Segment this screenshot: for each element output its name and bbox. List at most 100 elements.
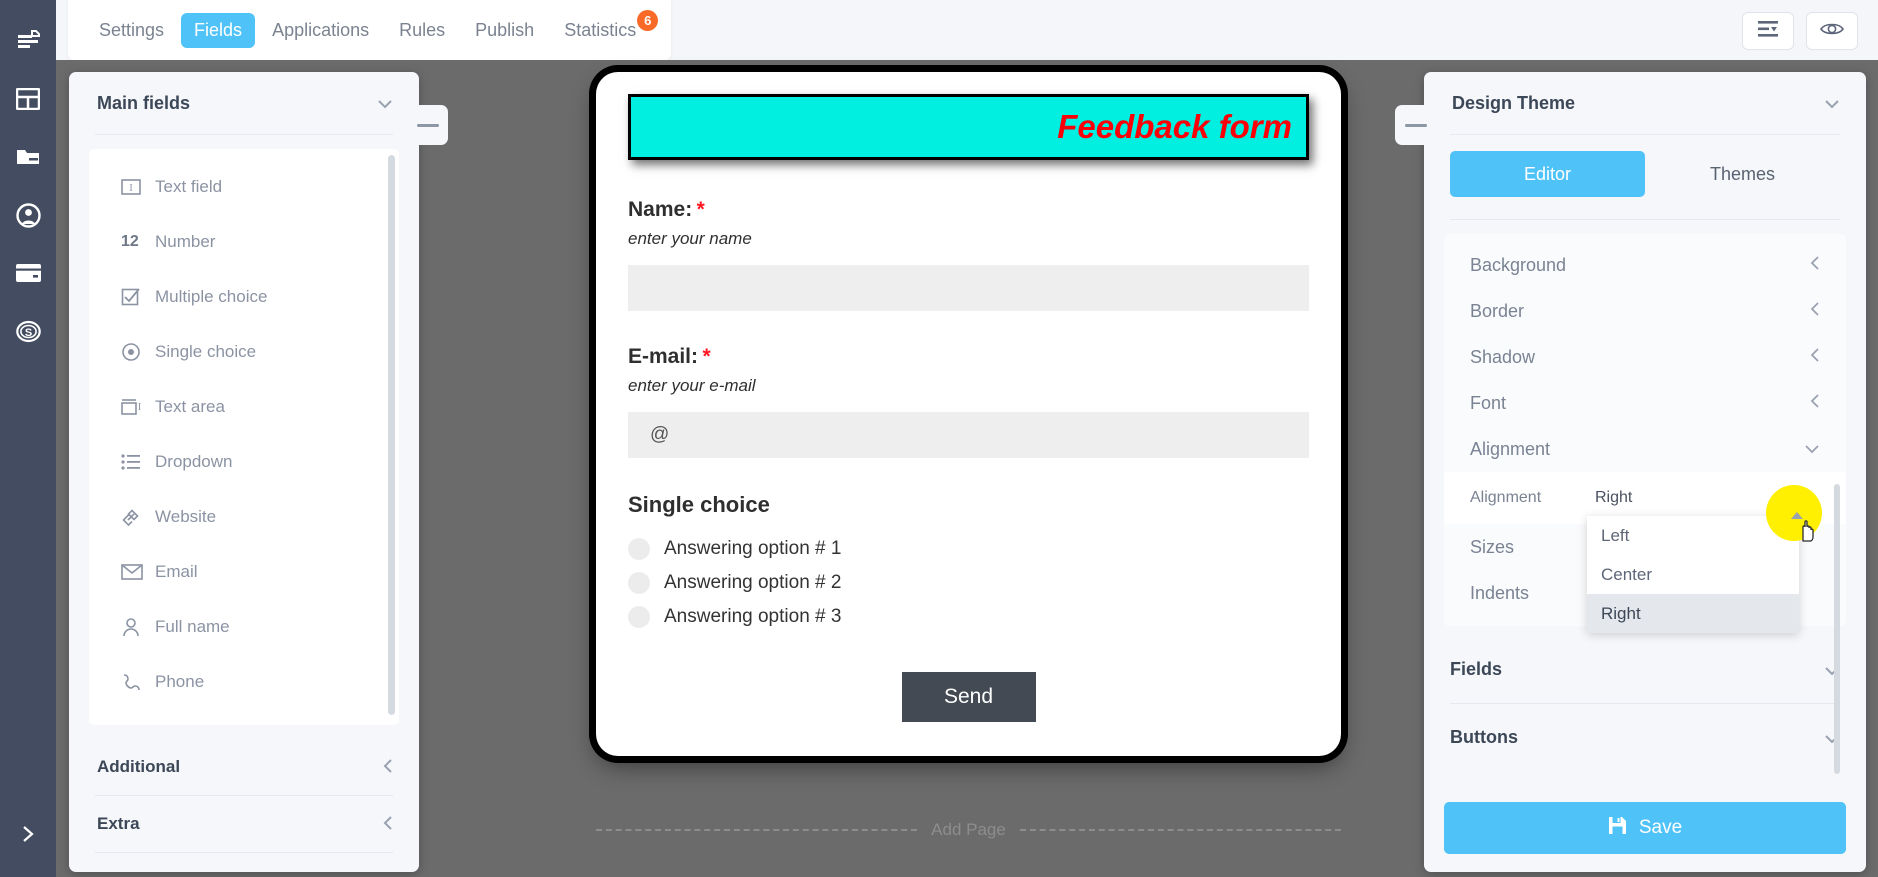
tab-fields[interactable]: Fields [181,12,256,48]
field-item-text-field[interactable]: I Text field [89,159,399,214]
field-item-dropdown[interactable]: Dropdown [89,434,399,489]
rail-item-forms[interactable] [0,12,56,70]
field-item-full-name[interactable]: Full name [89,599,399,654]
design-panel-groups: Fields Buttons [1424,636,1866,771]
tab-editor[interactable]: Editor [1450,151,1645,197]
tab-bar: Settings Fields Applications Rules Publi… [68,0,672,60]
group-label: Buttons [1450,727,1518,747]
form-title-bar[interactable]: Feedback form [628,94,1309,160]
group-fields[interactable]: Fields [1424,636,1866,703]
alignment-selected-value[interactable]: Right [1595,489,1632,507]
design-panel-header[interactable]: Design Theme [1424,72,1866,134]
alignment-option-center[interactable]: Center [1587,555,1799,594]
design-panel-collapse-button[interactable] [1395,105,1436,145]
floppy-disk-icon [1608,816,1627,841]
design-settings-list: Background Border Shadow Font Alignment … [1444,234,1846,774]
setting-background[interactable]: Background [1444,242,1846,288]
save-button[interactable]: Save [1444,802,1846,854]
dollar-icon: S [15,319,41,344]
field-item-label: Full name [155,616,230,636]
list-settings-button[interactable] [1742,12,1794,50]
setting-alignment[interactable]: Alignment [1444,426,1846,472]
setting-label: Shadow [1470,346,1536,367]
tab-rules[interactable]: Rules [386,13,458,48]
field-item-single-choice[interactable]: Single choice [89,324,399,379]
section-label: Extra [97,814,140,833]
field-item-label: Website [155,506,217,526]
field-item-text-area[interactable]: I Text area [89,379,399,434]
rail-item-card[interactable] [0,244,56,302]
rail-item-account[interactable] [0,186,56,244]
field-item-label: Text field [155,176,223,196]
tab-label: Rules [399,19,446,40]
fields-panel-collapse-button[interactable] [407,105,448,145]
rail-item-folder[interactable] [0,128,56,186]
tab-settings[interactable]: Settings [86,13,177,48]
rail-expand-button[interactable] [0,819,56,853]
single-choice-option[interactable]: Answering option # 2 [628,566,1309,600]
chevron-left-icon [1810,255,1820,276]
radio-icon[interactable] [628,572,650,594]
single-choice-option[interactable]: Answering option # 3 [628,600,1309,634]
card-icon [15,264,41,282]
radio-icon[interactable] [628,538,650,560]
eye-icon [1820,21,1844,42]
fields-list: I Text field 12 Number Multiple choice S… [89,149,399,709]
alignment-option-right[interactable]: Right [1587,594,1799,633]
chevron-down-icon[interactable] [1824,94,1840,112]
rail-item-layout[interactable] [0,70,56,128]
design-panel-title: Design Theme [1452,92,1576,113]
rail-item-billing[interactable]: S [0,302,56,360]
alignment-dropdown-toggle[interactable] [1766,485,1822,542]
tab-themes[interactable]: Themes [1645,151,1840,197]
form-field-label-row: Name: * [628,198,1309,222]
setting-font[interactable]: Font [1444,380,1846,426]
person-icon [121,617,155,637]
fields-panel: Main fields I Text field 12 Number Multi… [69,72,448,872]
field-item-label: Phone [155,671,205,691]
tab-statistics[interactable]: Statistics 6 [551,9,659,48]
statistics-badge: 6 [637,9,659,31]
setting-shadow[interactable]: Shadow [1444,334,1846,380]
preview-button[interactable] [1806,12,1858,50]
form-field-name[interactable]: Name: * enter your name [628,198,1309,311]
single-choice-title: Single choice [628,492,770,517]
send-button[interactable]: Send [901,672,1036,722]
fields-list-scrollbar[interactable] [388,155,395,715]
radio-icon[interactable] [628,606,650,628]
chevron-right-icon [22,824,35,849]
field-item-number[interactable]: 12 Number [89,214,399,269]
name-input[interactable] [628,265,1309,311]
radio-icon [121,342,155,362]
chevron-down-icon[interactable] [377,94,393,112]
topbar-actions [1742,12,1858,50]
field-item-email[interactable]: Email [89,544,399,599]
section-additional[interactable]: Additional [69,739,419,795]
email-input[interactable]: @ [628,412,1309,458]
fields-panel-title: Main fields [97,92,191,113]
design-panel-tabs: Editor Themes [1450,151,1840,197]
single-choice-option[interactable]: Answering option # 1 [628,532,1309,566]
add-page-button[interactable]: Add Page [931,820,1006,840]
account-icon [15,202,41,228]
fields-list-scroll[interactable]: I Text field 12 Number Multiple choice S… [89,149,399,725]
fields-panel-header[interactable]: Main fields [69,72,419,134]
tab-publish[interactable]: Publish [462,13,547,48]
field-item-phone[interactable]: Phone [89,654,399,709]
chevron-left-icon [1810,347,1820,368]
form-field-single-choice[interactable]: Single choice Answering option # 1 Answe… [628,492,1309,634]
setting-border[interactable]: Border [1444,288,1846,334]
group-buttons[interactable]: Buttons [1424,704,1866,771]
minus-icon [416,123,439,127]
tab-applications[interactable]: Applications [259,13,382,48]
design-settings-scrollbar[interactable] [1834,484,1840,774]
app-root: S Settings Fields Applications Rules Pub… [0,0,1878,877]
form-field-email[interactable]: E-mail: * enter your e-mail @ [628,345,1309,458]
save-button-label: Save [1638,817,1683,838]
setting-label: Border [1470,300,1525,321]
field-item-multiple-choice[interactable]: Multiple choice [89,269,399,324]
section-extra[interactable]: Extra [69,796,419,852]
field-item-website[interactable]: Website [89,489,399,544]
setting-label: Font [1470,392,1507,413]
single-choice-option-label: Answering option # 2 [664,572,842,593]
